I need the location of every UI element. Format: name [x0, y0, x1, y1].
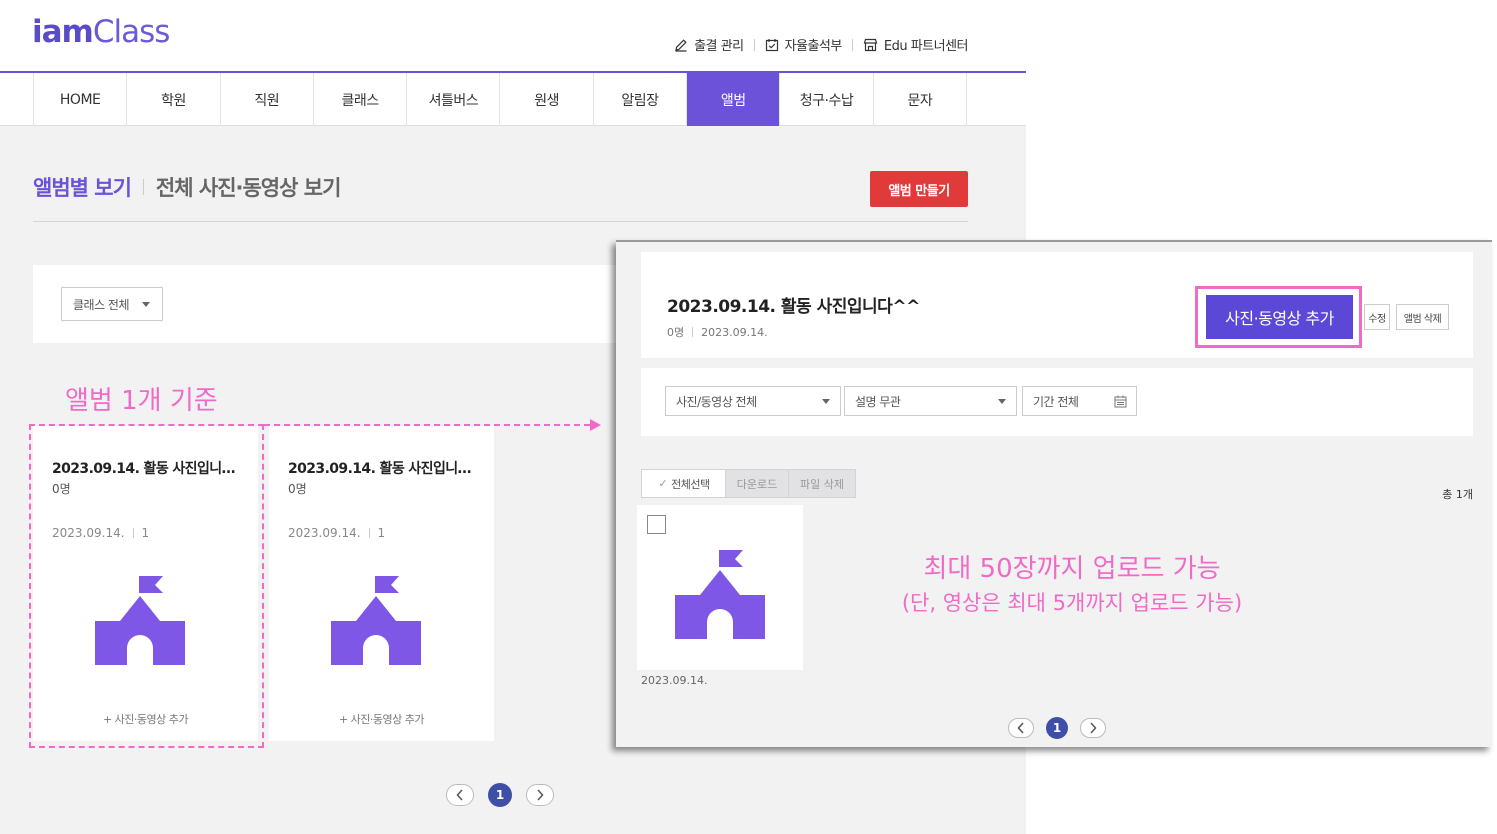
period-value: 기간 전체 — [1033, 394, 1079, 409]
nav-item-notice[interactable]: 알림장 — [594, 73, 688, 126]
divider — [753, 38, 755, 51]
pagination: 1 — [446, 783, 554, 807]
next-page-button[interactable] — [526, 784, 554, 806]
select-all-label: 전체선택 — [671, 477, 710, 491]
self-attendance-label: 자율출석부 — [784, 39, 843, 54]
description-select[interactable]: 설명 무관 — [844, 386, 1017, 416]
prev-page-button[interactable] — [446, 784, 474, 806]
album-card[interactable]: 2023.09.14. 활동 사진입니… 0명 2023.09.14. 1 + … — [269, 426, 494, 741]
select-all-button[interactable]: ✓ 전체선택 — [641, 469, 727, 498]
nav-item-academy[interactable]: 학원 — [127, 73, 221, 126]
media-type-select[interactable]: 사진/동영상 전체 — [665, 386, 841, 416]
media-type-value: 사진/동영상 전체 — [676, 394, 757, 409]
album-title: 2023.09.14. 활동 사진입니… — [288, 461, 472, 477]
chevron-right-icon — [537, 789, 544, 801]
divider — [692, 327, 694, 337]
total-count: 총 1개 — [1442, 488, 1473, 501]
divider — [33, 221, 968, 222]
divider — [851, 38, 853, 51]
utility-menu: 출결 관리 자율출석부 Edu 파트너센터 — [674, 35, 969, 54]
annotation-line: 최대 50장까지 업로드 가능 — [923, 554, 1221, 584]
annotation-label: 앨범 1개 기준 — [65, 386, 218, 416]
album-detail-header: 2023.09.14. 활동 사진입니다^^ 0명 2023.09.14. 사진… — [641, 252, 1473, 358]
main-nav: HOME 학원 직원 클래스 셔틀버스 원생 알림장 앨범 청구·수납 문자 — [0, 73, 1026, 126]
nav-item-shuttle[interactable]: 셔틀버스 — [407, 73, 501, 126]
calendar-check-icon — [765, 38, 778, 51]
edit-button[interactable]: 수정 — [1364, 304, 1390, 330]
delete-file-button[interactable]: 파일 삭제 — [789, 469, 856, 498]
edu-partner-label: Edu 파트너센터 — [883, 39, 969, 54]
download-button[interactable]: 다운로드 — [725, 469, 789, 498]
period-select[interactable]: 기간 전체 — [1022, 386, 1137, 416]
tab-all-media-view[interactable]: 전체 사진·동영상 보기 — [156, 172, 341, 202]
chevron-right-icon — [1090, 722, 1097, 734]
highlight-box — [29, 424, 264, 748]
arrow-head-icon — [590, 419, 601, 431]
check-icon: ✓ — [658, 477, 668, 490]
album-date: 2023.09.14. — [701, 325, 768, 339]
album-item-count: 1 — [377, 526, 386, 540]
page-number[interactable]: 1 — [488, 783, 512, 807]
tab-album-view[interactable]: 앨범별 보기 — [33, 172, 132, 202]
chevron-left-icon — [1017, 722, 1024, 734]
nav-item-class[interactable]: 클래스 — [314, 73, 408, 126]
description-value: 설명 무관 — [855, 394, 901, 409]
highlight-box: 사진·동영상 추가 — [1195, 286, 1362, 348]
pencil-icon — [675, 38, 687, 52]
make-album-button[interactable]: 앨범 만들기 — [870, 171, 968, 207]
album-date: 2023.09.14. — [288, 526, 361, 540]
divider — [142, 179, 144, 195]
nav-item-home[interactable]: HOME — [34, 73, 128, 126]
pagination: 1 — [1008, 717, 1106, 739]
attendance-label: 출결 관리 — [694, 39, 744, 54]
album-detail-meta: 0명 2023.09.14. — [667, 324, 768, 340]
nav-item-students[interactable]: 원생 — [500, 73, 594, 126]
view-tabs: 앨범별 보기 전체 사진·동영상 보기 — [33, 172, 341, 202]
album-member-count: 0명 — [288, 482, 307, 496]
caret-down-icon — [822, 399, 830, 404]
calendar-icon — [1114, 395, 1127, 408]
caret-down-icon — [998, 399, 1006, 404]
prev-page-button[interactable] — [1008, 718, 1034, 738]
annotation-line: (단, 영상은 최대 5개까지 업로드 가능) — [901, 591, 1243, 615]
attendance-link[interactable]: 출결 관리 — [674, 35, 744, 54]
nav-item-staff[interactable]: 직원 — [221, 73, 314, 126]
annotation-arrow — [264, 424, 590, 426]
nav-item-sms[interactable]: 문자 — [874, 73, 967, 126]
next-page-button[interactable] — [1080, 718, 1106, 738]
class-filter-value: 클래스 전체 — [73, 297, 130, 312]
divider — [368, 528, 370, 538]
chevron-left-icon — [456, 789, 463, 801]
school-icon — [675, 550, 765, 639]
header: iamClass 출결 관리 자율출석부 Edu 파트너센터 — [0, 0, 1026, 73]
logo[interactable]: iamClass — [32, 14, 170, 50]
page-number[interactable]: 1 — [1046, 717, 1068, 739]
media-date: 2023.09.14. — [641, 674, 708, 687]
media-item[interactable] — [637, 505, 803, 670]
store-icon — [863, 38, 878, 51]
self-attendance-link[interactable]: 자율출석부 — [765, 35, 842, 54]
album-detail-panel: 2023.09.14. 활동 사진입니다^^ 0명 2023.09.14. 사진… — [616, 240, 1492, 747]
media-filter-panel: 사진/동영상 전체 설명 무관 기간 전체 — [641, 368, 1473, 436]
media-checkbox[interactable] — [647, 515, 666, 534]
edu-partner-link[interactable]: Edu 파트너센터 — [863, 35, 969, 54]
nav-item-album[interactable]: 앨범 — [687, 73, 781, 126]
add-media-link[interactable]: + 사진·동영상 추가 — [269, 711, 494, 727]
add-media-button[interactable]: 사진·동영상 추가 — [1206, 295, 1353, 339]
nav-item-billing[interactable]: 청구·수납 — [780, 73, 874, 126]
upload-limit-annotation: 최대 50장까지 업로드 가능 (단, 영상은 최대 5개까지 업로드 가능) — [842, 548, 1302, 617]
caret-down-icon — [142, 302, 150, 307]
album-detail-title: 2023.09.14. 활동 사진입니다^^ — [667, 297, 920, 317]
album-meta: 2023.09.14. 1 — [288, 526, 385, 540]
school-icon — [331, 576, 421, 665]
class-filter-select[interactable]: 클래스 전체 — [61, 287, 163, 321]
album-member-count: 0명 — [667, 326, 685, 339]
delete-album-button[interactable]: 앨범 삭제 — [1396, 304, 1449, 330]
